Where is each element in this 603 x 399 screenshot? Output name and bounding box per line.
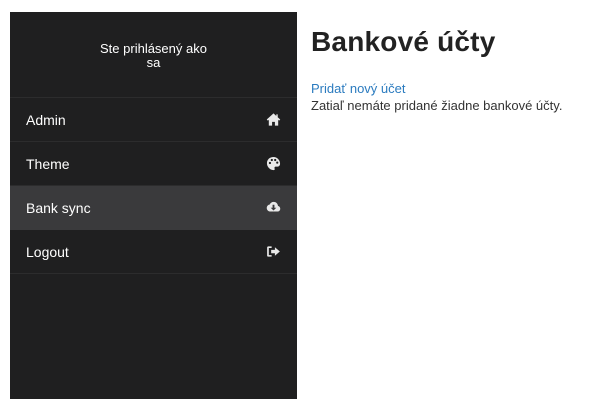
sidebar-item-theme[interactable]: Theme [10,142,297,186]
add-account-link[interactable]: Pridať nový účet [311,80,603,97]
sidebar-item-bank-sync[interactable]: Bank sync [10,186,297,230]
palette-icon [265,156,281,172]
sidebar: Ste prihlásený ako sa Admin Theme Bank s… [10,12,297,399]
sidebar-item-logout[interactable]: Logout [10,230,297,274]
username-label: sa [146,55,161,70]
empty-state-message: Zatiaľ nemáte pridané žiadne bankové účt… [311,98,563,113]
sidebar-item-label: Logout [26,243,69,260]
page-title: Bankové účty [311,26,496,57]
sign-out-icon [265,244,281,260]
sidebar-item-admin[interactable]: Admin [10,98,297,142]
logged-in-label: Ste prihlásený ako [100,41,207,56]
sidebar-item-label: Theme [26,155,70,172]
home-icon [265,112,281,128]
main-content: Bankové účty Pridať nový účet Zatiaľ nem… [311,22,603,114]
cloud-download-icon [265,200,281,216]
page: Ste prihlásený ako sa Admin Theme Bank s… [0,0,603,399]
sidebar-item-label: Admin [26,111,66,128]
sidebar-header: Ste prihlásený ako sa [10,12,297,98]
sidebar-item-label: Bank sync [26,199,91,216]
